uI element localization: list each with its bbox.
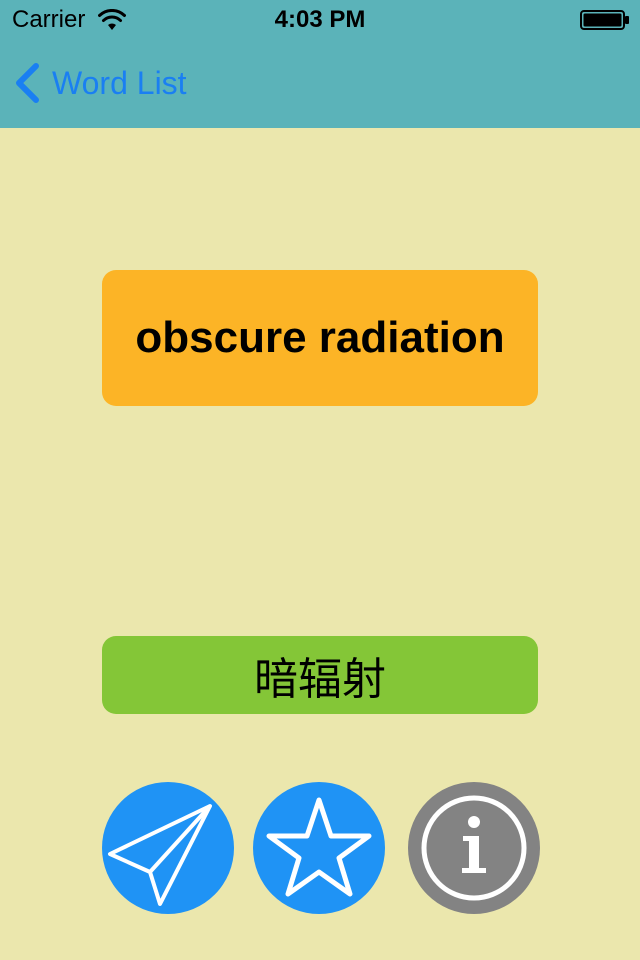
share-button[interactable] bbox=[102, 782, 234, 914]
navigation-header: Carrier 4:03 PM Word List bbox=[0, 0, 640, 128]
word-card[interactable]: obscure radiation bbox=[102, 270, 538, 406]
paper-plane-icon bbox=[108, 804, 212, 906]
favorite-button[interactable] bbox=[253, 782, 385, 914]
back-button-label: Word List bbox=[52, 64, 187, 101]
translation-card[interactable]: 暗辐射 bbox=[102, 636, 538, 714]
info-icon bbox=[421, 795, 527, 901]
status-time: 4:03 PM bbox=[274, 6, 366, 33]
battery-icon bbox=[580, 10, 629, 30]
info-button[interactable] bbox=[408, 782, 540, 914]
word-translation: 暗辐射 bbox=[254, 655, 386, 704]
word-term: obscure radiation bbox=[135, 313, 505, 362]
star-icon bbox=[266, 797, 372, 897]
back-button[interactable]: Word List bbox=[14, 58, 187, 108]
status-bar: Carrier 4:03 PM bbox=[0, 0, 640, 40]
chevron-left-icon bbox=[16, 63, 39, 103]
